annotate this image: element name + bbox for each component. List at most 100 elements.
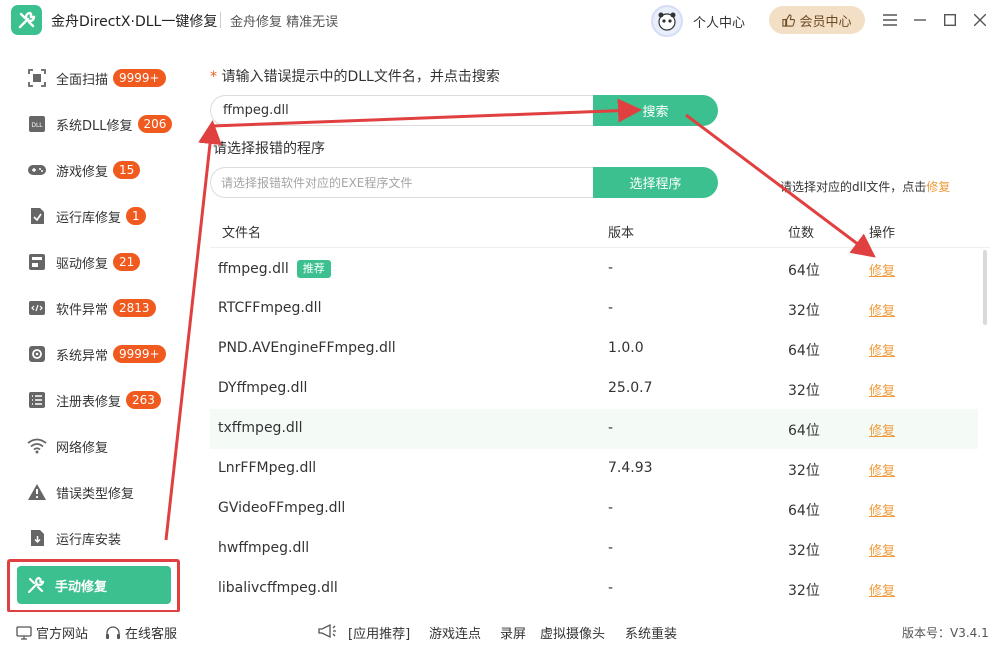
column-header-filename: 文件名 <box>222 226 262 241</box>
sidebar-item-software-error[interactable]: 软件异常 2813 <box>18 290 183 326</box>
dll-bits: 32位 <box>788 383 820 399</box>
table-row[interactable]: GVideoFFmpeg.dll - 64位 修复 <box>210 489 978 529</box>
repair-link[interactable]: 修复 <box>869 380 895 399</box>
sidebar-item-system-error[interactable]: 系统异常 9999+ <box>18 336 183 372</box>
repair-link[interactable]: 修复 <box>869 340 895 359</box>
sidebar-item-label: 系统异常 <box>56 348 109 364</box>
repair-hint-link[interactable]: 修复 <box>926 180 950 194</box>
table-header: 文件名 版本 位数 操作 <box>210 210 990 248</box>
table-row[interactable]: DYffmpeg.dll 25.0.7 32位 修复 <box>210 369 978 409</box>
column-header-bits: 位数 <box>788 226 815 241</box>
minimize-icon[interactable] <box>910 10 930 30</box>
dll-version: 1.0.0 <box>608 340 644 356</box>
wifi-icon <box>26 435 48 457</box>
footer-link-screen-record[interactable]: 录屏 <box>500 623 526 642</box>
vip-center-button[interactable]: 会员中心 <box>769 6 865 34</box>
registry-icon <box>26 389 48 411</box>
count-badge: 206 <box>137 115 173 133</box>
dll-bits: 32位 <box>788 583 820 599</box>
driver-icon <box>26 251 48 273</box>
repair-link[interactable]: 修复 <box>869 420 895 439</box>
sidebar-item-driver-repair[interactable]: 驱动修复 21 <box>18 244 183 280</box>
footer-link-system-reinstall[interactable]: 系统重装 <box>625 623 677 642</box>
gear-icon <box>26 343 48 365</box>
avatar[interactable] <box>651 5 683 37</box>
sidebar-item-registry-repair[interactable]: 注册表修复 263 <box>18 382 183 418</box>
dll-bits: 32位 <box>788 303 820 319</box>
recommend-tag: 推荐 <box>296 260 331 278</box>
sidebar-item-network-repair[interactable]: 网络修复 <box>18 428 183 464</box>
dll-filename: libalivcffmpeg.dll <box>218 580 338 596</box>
dll-filename: GVideoFFmpeg.dll <box>218 500 346 516</box>
table-row[interactable]: LnrFFMpeg.dll 7.4.93 32位 修复 <box>210 449 978 489</box>
dll-filename: txffmpeg.dll <box>218 420 303 436</box>
dll-filename: ffmpeg.dll <box>218 261 289 277</box>
repair-link[interactable]: 修复 <box>869 580 895 599</box>
count-badge: 263 <box>126 391 161 409</box>
annotation-highlight-box <box>7 559 180 613</box>
dll-filename: LnrFFMpeg.dll <box>218 460 317 476</box>
dll-bits: 64位 <box>788 263 820 279</box>
table-row[interactable]: txffmpeg.dll - 64位 修复 <box>210 409 978 449</box>
maximize-icon[interactable] <box>940 10 960 30</box>
dll-version: - <box>608 500 614 516</box>
repair-link[interactable]: 修复 <box>869 260 895 279</box>
warning-icon <box>26 481 48 503</box>
table-scrollbar[interactable] <box>983 250 987 325</box>
program-path-input[interactable] <box>210 167 595 198</box>
repair-hint: 请选择对应的dll文件，点击修复 <box>780 178 950 195</box>
dll-search-input[interactable] <box>210 95 595 126</box>
count-badge: 2813 <box>113 299 156 317</box>
search-button[interactable]: 搜索 <box>593 95 718 126</box>
online-support-link[interactable]: 在线客服 <box>105 623 177 642</box>
online-support-label: 在线客服 <box>125 627 178 642</box>
table-row[interactable]: ffmpeg.dll 推荐 - 64位 修复 <box>210 249 978 289</box>
repair-link[interactable]: 修复 <box>869 500 895 519</box>
dll-version: 7.4.93 <box>608 460 653 476</box>
dll-bits: 64位 <box>788 503 820 519</box>
footer-link-game-clicker[interactable]: 游戏连点 <box>429 623 481 642</box>
table-row[interactable]: PND.AVEngineFFmpeg.dll 1.0.0 64位 修复 <box>210 329 978 369</box>
repair-link[interactable]: 修复 <box>869 460 895 479</box>
sidebar-item-error-type-repair[interactable]: 错误类型修复 <box>18 474 183 510</box>
sidebar-item-label: 游戏修复 <box>56 164 109 180</box>
close-icon[interactable] <box>970 10 990 30</box>
table-row[interactable]: RTCFFmpeg.dll - 32位 修复 <box>210 289 978 329</box>
footer-bar: 官方网站 在线客服 [应用推荐] 游戏连点 录屏 虚拟摄像头 系统重装 版本号：… <box>0 612 1000 650</box>
count-badge: 9999+ <box>113 69 166 87</box>
column-header-version: 版本 <box>608 226 635 241</box>
repair-link[interactable]: 修复 <box>869 540 895 559</box>
sidebar-item-full-scan[interactable]: 全面扫描 9999+ <box>18 60 183 96</box>
table-row[interactable]: libalivcffmpeg.dll - 32位 修复 <box>210 569 978 605</box>
footer-link-virtual-camera[interactable]: 虚拟摄像头 <box>540 623 605 642</box>
sidebar-item-label: 系统DLL修复 <box>56 118 133 134</box>
sidebar-item-label: 错误类型修复 <box>56 486 135 502</box>
monitor-icon <box>16 625 32 640</box>
user-center-link[interactable]: 个人中心 <box>693 12 745 31</box>
dll-bits: 32位 <box>788 543 820 559</box>
select-program-button[interactable]: 选择程序 <box>593 167 718 198</box>
table-row[interactable]: hwffmpeg.dll - 32位 修复 <box>210 529 978 569</box>
dll-filename: DYffmpeg.dll <box>218 380 308 396</box>
official-website-link[interactable]: 官方网站 <box>16 623 88 642</box>
dll-filename: PND.AVEngineFFmpeg.dll <box>218 340 396 356</box>
sidebar-item-label: 驱动修复 <box>56 256 109 272</box>
repair-link[interactable]: 修复 <box>869 300 895 319</box>
dll-filename: hwffmpeg.dll <box>218 540 310 556</box>
dll-version: - <box>608 580 614 596</box>
title-divider <box>220 12 221 28</box>
dll-bits: 64位 <box>788 423 820 439</box>
app-logo-icon <box>11 5 42 35</box>
dll-version: - <box>608 260 614 276</box>
menu-icon[interactable] <box>880 10 900 30</box>
sidebar-item-runtime-install[interactable]: 运行库安装 <box>18 520 183 556</box>
sidebar-item-label: 全面扫描 <box>56 72 109 88</box>
thumb-up-icon <box>782 13 796 27</box>
count-badge: 9999+ <box>113 345 166 363</box>
sidebar-item-game-repair[interactable]: 游戏修复 15 <box>18 152 183 188</box>
install-icon <box>26 527 48 549</box>
sidebar-item-label: 网络修复 <box>56 440 109 456</box>
sidebar-item-system-dll[interactable]: DLL 系统DLL修复 206 <box>18 106 183 142</box>
count-badge: 1 <box>126 207 146 225</box>
sidebar-item-runtime-repair[interactable]: 运行库修复 1 <box>18 198 183 234</box>
